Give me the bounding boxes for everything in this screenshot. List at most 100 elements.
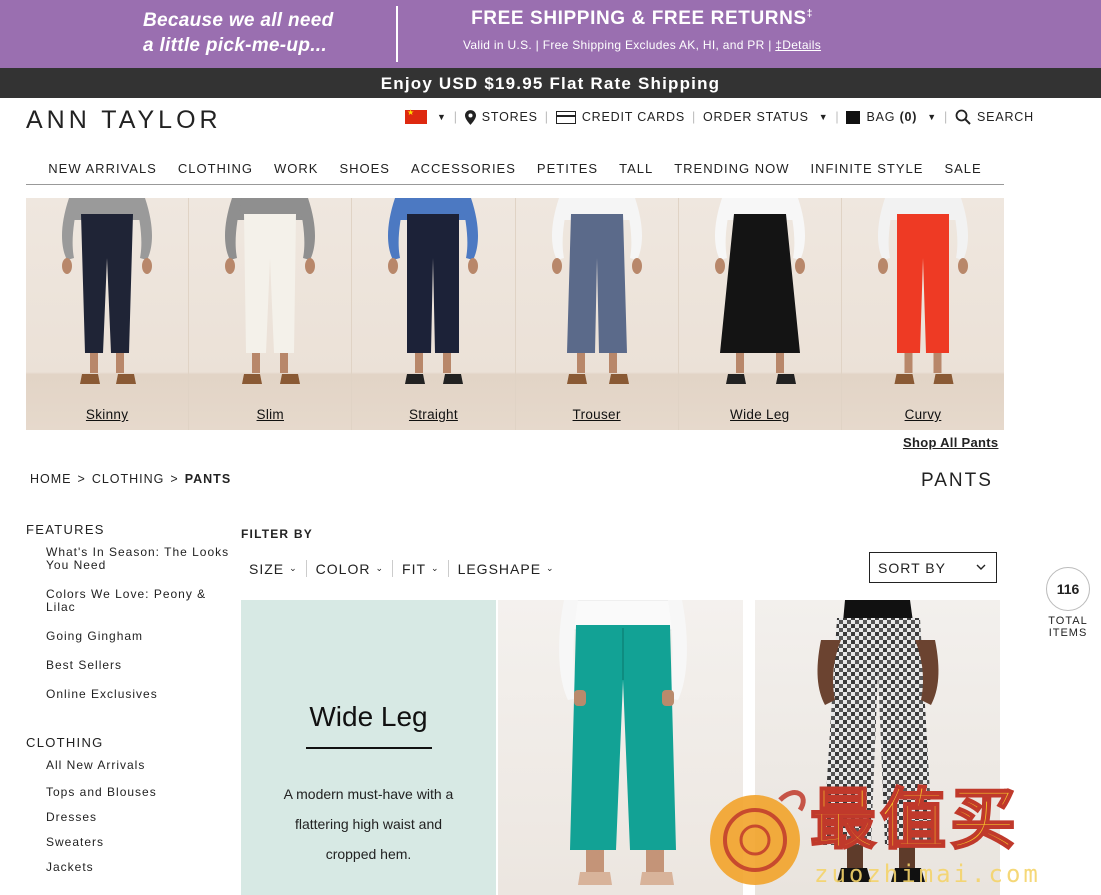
sidebar-item-going-gingham[interactable]: Going Gingham: [26, 630, 236, 643]
search-icon: [955, 109, 971, 125]
promo-headline: FREE SHIPPING & FREE RETURNS‡: [398, 8, 886, 30]
pant-style-tile-curvy[interactable]: Curvy: [840, 198, 1005, 430]
country-selector[interactable]: ▼: [405, 108, 447, 124]
shop-all-pants-link[interactable]: Shop All Pants: [903, 435, 998, 450]
pant-style-label[interactable]: Slim: [189, 407, 351, 422]
promo-details-link[interactable]: ‡Details: [775, 38, 821, 52]
nav-petites[interactable]: PETITES: [537, 152, 598, 184]
wide-leg-promo-card[interactable]: Wide Leg A modern must-have with a flatt…: [241, 600, 496, 895]
nav-shoes[interactable]: SHOES: [339, 152, 390, 184]
shipping-bar[interactable]: Enjoy USD $19.95 Flat Rate Shipping: [0, 68, 1101, 98]
chevron-down-icon: [976, 564, 986, 570]
utility-separator: |: [835, 110, 840, 124]
promo-card-divider: [305, 747, 432, 749]
sidebar-item-best-sellers[interactable]: Best Sellers: [26, 659, 236, 672]
pant-style-label[interactable]: Skinny: [26, 407, 188, 422]
utility-separator: |: [544, 110, 549, 124]
order-status-link[interactable]: ORDER STATUS ▼: [703, 110, 828, 124]
stores-link[interactable]: STORES: [464, 109, 538, 125]
promo-tagline: Because we all need a little pick-me-up.…: [143, 8, 334, 58]
china-flag-icon: [405, 108, 427, 124]
filter-bar: SIZE ⌄ COLOR ⌄ FIT ⌄ LEGSHAPE ⌄: [249, 560, 572, 577]
pant-figure-image: [877, 198, 968, 384]
filter-size[interactable]: SIZE ⌄: [249, 560, 307, 577]
search-link[interactable]: SEARCH: [955, 109, 1034, 125]
nav-sale[interactable]: SALE: [944, 152, 981, 184]
pant-style-tile-skinny[interactable]: Skinny: [26, 198, 189, 430]
location-pin-icon: [464, 109, 476, 125]
watermark-logo-text: 最值买: [809, 781, 1020, 859]
watermark-domain: zuozhimai.com: [814, 860, 1041, 888]
sidebar-item-all-new-arrivals[interactable]: All New Arrivals: [26, 759, 236, 772]
chevron-down-icon: ▼: [818, 112, 829, 122]
pant-style-label[interactable]: Trouser: [516, 407, 678, 422]
sidebar-item-whats-in-season[interactable]: What's In Season: The Looks You Need: [26, 546, 236, 572]
total-items-badge: 116 TOTAL ITEMS: [1046, 567, 1090, 639]
filter-legshape-label: LEGSHAPE: [457, 560, 542, 577]
chevron-down-icon: ⌄: [289, 563, 298, 573]
filter-fit[interactable]: FIT ⌄: [402, 560, 449, 577]
nav-tall[interactable]: TALL: [619, 152, 653, 184]
promo-tagline-line1: Because we all need: [143, 10, 334, 31]
utility-separator: |: [453, 110, 458, 124]
chevron-down-icon: ⌄: [375, 563, 385, 573]
breadcrumb-separator: >: [77, 472, 86, 486]
breadcrumb-separator: >: [170, 472, 179, 486]
filter-color[interactable]: COLOR ⌄: [315, 560, 394, 577]
promo-subtext: Valid in U.S. | Free Shipping Excludes A…: [398, 38, 886, 52]
sidebar-item-sweaters[interactable]: Sweaters: [26, 836, 236, 849]
nav-accessories[interactable]: ACCESSORIES: [411, 152, 516, 184]
pant-style-tile-straight[interactable]: Straight: [351, 198, 515, 430]
filter-color-label: COLOR: [315, 560, 371, 577]
sort-by-label: SORT BY: [878, 559, 946, 576]
pant-style-tile-slim[interactable]: Slim: [188, 198, 352, 430]
nav-infinite-style[interactable]: INFINITE STYLE: [810, 152, 923, 184]
nav-new-arrivals[interactable]: NEW ARRIVALS: [48, 152, 157, 184]
brand-logo[interactable]: ANN TAYLOR: [26, 106, 222, 135]
sort-by-select[interactable]: SORT BY: [869, 552, 997, 583]
sidebar-item-colors-we-love[interactable]: Colors We Love: Peony & Lilac: [26, 588, 236, 614]
promo-card-description: A modern must-have with a flattering hig…: [283, 786, 454, 862]
total-items-label-line1: TOTAL: [1048, 615, 1088, 627]
pant-figure-image: [62, 198, 152, 384]
breadcrumb-clothing[interactable]: CLOTHING: [92, 472, 165, 486]
watermark-char-2: 值: [879, 781, 950, 859]
sidebar-item-jackets[interactable]: Jackets: [26, 861, 236, 874]
site-watermark: 最值买 zuozhimai.com: [700, 780, 1095, 895]
sidebar-item-tops-and-blouses[interactable]: Tops and Blouses: [26, 786, 236, 799]
pant-style-label[interactable]: Curvy: [842, 407, 1004, 422]
nav-clothing[interactable]: CLOTHING: [178, 152, 253, 184]
pant-figure-image: [225, 198, 316, 384]
order-status-label: ORDER STATUS: [703, 110, 809, 124]
pant-style-label[interactable]: Straight: [352, 407, 514, 422]
bag-count: (0): [899, 110, 918, 124]
promo-headline-text: FREE SHIPPING & FREE RETURNS: [471, 8, 807, 29]
chevron-down-icon: ▼: [437, 112, 447, 122]
sidebar-item-dresses[interactable]: Dresses: [26, 811, 236, 824]
breadcrumb-current: PANTS: [184, 472, 232, 486]
pant-style-tile-wide-leg[interactable]: Wide Leg: [677, 198, 841, 430]
credit-cards-label: CREDIT CARDS: [581, 110, 685, 124]
filter-legshape[interactable]: LEGSHAPE ⌄: [458, 560, 563, 577]
promo-banner[interactable]: Because we all need a little pick-me-up.…: [0, 0, 1101, 68]
credit-cards-link[interactable]: CREDIT CARDS: [555, 110, 685, 124]
breadcrumb: HOME > CLOTHING > PANTS: [30, 472, 231, 486]
pant-figure-image: [388, 198, 479, 384]
nav-trending-now[interactable]: TRENDING NOW: [674, 152, 789, 184]
filter-size-label: SIZE: [249, 560, 285, 577]
pant-style-tile-trouser[interactable]: Trouser: [514, 198, 678, 430]
sidebar-clothing-heading: CLOTHING: [26, 735, 104, 750]
breadcrumb-home[interactable]: HOME: [30, 472, 72, 486]
pant-style-label[interactable]: Wide Leg: [679, 407, 841, 422]
credit-card-icon: [555, 110, 576, 124]
bag-link[interactable]: BAG (0) ▼: [846, 110, 937, 124]
promo-card-title: Wide Leg: [309, 701, 428, 732]
total-items-label-line2: ITEMS: [1048, 627, 1088, 639]
sidebar-item-online-exclusives[interactable]: Online Exclusives: [26, 688, 236, 701]
utility-separator: |: [943, 110, 949, 124]
promo-tagline-line2: a little pick-me-up...: [143, 35, 327, 56]
utility-separator: |: [691, 110, 697, 124]
filter-by-label: FILTER BY: [241, 527, 313, 541]
nav-work[interactable]: WORK: [274, 152, 318, 184]
filter-fit-label: FIT: [402, 560, 427, 577]
